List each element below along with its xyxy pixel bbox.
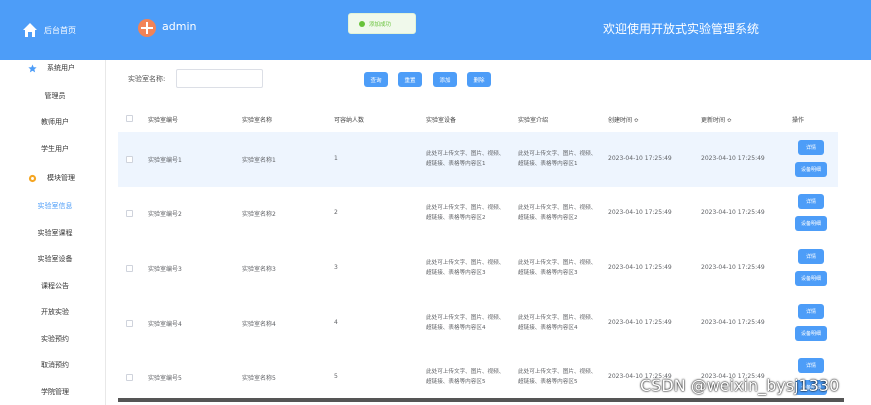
cell-intro: 此处可上传文字、图片、视频、超链接、表格等内容区4 bbox=[518, 315, 597, 331]
cell-updated: 2023-04-10 17:25:49 bbox=[701, 209, 765, 216]
sidebar-item-lab-info[interactable]: 实验室信息 bbox=[0, 201, 110, 211]
sidebar-item-college[interactable]: 学院管理 bbox=[0, 387, 110, 397]
cell-lab-no: 实验室编号4 bbox=[148, 321, 182, 328]
cell-updated: 2023-04-10 17:25:49 bbox=[701, 264, 765, 271]
star-icon bbox=[28, 63, 37, 72]
detail-button[interactable]: 详情 bbox=[798, 140, 824, 155]
detail-button[interactable]: 详情 bbox=[798, 358, 824, 373]
avatar[interactable] bbox=[138, 19, 156, 37]
site-title: 欢迎使用开放式实验管理系统 bbox=[602, 22, 759, 36]
sidebar-item-course-notice[interactable]: 课程公告 bbox=[0, 281, 110, 291]
header-lab-no: 实验室编号 bbox=[148, 117, 179, 124]
cell-intro: 此处可上传文字、图片、视频、超链接、表格等内容区3 bbox=[518, 260, 597, 276]
home-link[interactable]: 后台首页 bbox=[0, 0, 110, 60]
cell-intro: 此处可上传文字、图片、视频、超链接、表格等内容区5 bbox=[518, 369, 597, 385]
toast-text: 添加成功 bbox=[369, 21, 392, 28]
table-row[interactable]: 实验室编号3 实验室名称3 3 此处可上传文字、图片、视频、超链接、表格等内容区3 此处… bbox=[118, 241, 838, 296]
equipment-detail-button[interactable]: 设备明细 bbox=[795, 326, 827, 341]
cell-intro: 此处可上传文字、图片、视频、超链接、表格等内容区2 bbox=[518, 205, 597, 221]
cell-capacity: 2 bbox=[334, 209, 338, 216]
home-icon bbox=[23, 23, 37, 37]
cell-lab-name: 实验室名称5 bbox=[242, 375, 276, 382]
home-label: 后台首页 bbox=[44, 25, 76, 35]
check-circle-icon bbox=[359, 20, 365, 27]
cell-lab-no: 实验室编号5 bbox=[148, 375, 182, 382]
cell-intro: 此处可上传文字、图片、视频、超链接、表格等内容区1 bbox=[518, 151, 597, 167]
sidebar-item-student[interactable]: 学生用户 bbox=[0, 144, 110, 154]
select-all-checkbox[interactable] bbox=[126, 115, 133, 122]
row-checkbox[interactable] bbox=[126, 210, 133, 217]
table-row[interactable]: 实验室编号1 实验室名称1 1 此处可上传文字、图片、视频、超链接、表格等内容区1 此处… bbox=[118, 132, 838, 187]
reset-button[interactable]: 重置 bbox=[398, 72, 422, 87]
menu-group-modules[interactable]: 模块管理 bbox=[0, 173, 110, 183]
cell-lab-no: 实验室编号3 bbox=[148, 266, 182, 273]
cell-lab-name: 实验室名称4 bbox=[242, 321, 276, 328]
top-bar: admin 添加成功 欢迎使用开放式实验管理系统 bbox=[110, 0, 871, 60]
detail-button[interactable]: 详情 bbox=[798, 194, 824, 209]
cell-lab-name: 实验室名称3 bbox=[242, 266, 276, 273]
sidebar-item-teacher[interactable]: 教师用户 bbox=[0, 117, 110, 127]
search-label: 实验室名称: bbox=[128, 75, 166, 83]
cell-capacity: 3 bbox=[334, 264, 338, 271]
header-created[interactable]: 创建时间 ≎ bbox=[608, 115, 639, 124]
cell-capacity: 4 bbox=[334, 319, 338, 326]
cell-created: 2023-04-10 17:25:49 bbox=[608, 264, 672, 271]
cell-equipment: 此处可上传文字、图片、视频、超链接、表格等内容区1 bbox=[426, 151, 505, 167]
table-row[interactable]: 实验室编号2 实验室名称2 2 此处可上传文字、图片、视频、超链接、表格等内容区2 此处… bbox=[118, 186, 838, 241]
row-checkbox[interactable] bbox=[126, 156, 133, 163]
detail-button[interactable]: 详情 bbox=[798, 249, 824, 264]
gear-icon bbox=[28, 174, 37, 182]
header-actions: 操作 bbox=[792, 117, 805, 124]
sidebar-item-open-lab[interactable]: 开放实验 bbox=[0, 307, 110, 317]
cell-lab-no: 实验室编号1 bbox=[148, 157, 182, 164]
equipment-detail-button[interactable]: 设备明细 bbox=[795, 216, 827, 231]
menu-group-label: 模块管理 bbox=[47, 174, 75, 182]
sidebar-item-admin[interactable]: 管理员 bbox=[0, 91, 110, 101]
add-button[interactable]: 添加 bbox=[433, 72, 457, 87]
cell-equipment: 此处可上传文字、图片、视频、超链接、表格等内容区3 bbox=[426, 260, 505, 276]
cell-updated: 2023-04-10 17:25:49 bbox=[701, 155, 765, 162]
cell-capacity: 5 bbox=[334, 373, 338, 380]
cell-lab-no: 实验室编号2 bbox=[148, 211, 182, 218]
row-checkbox[interactable] bbox=[126, 374, 133, 381]
horizontal-scrollbar[interactable] bbox=[118, 398, 844, 402]
sidebar-item-lab-course[interactable]: 实验室课程 bbox=[0, 228, 110, 238]
cell-lab-name: 实验室名称1 bbox=[242, 157, 276, 164]
equipment-detail-button[interactable]: 设备明细 bbox=[795, 162, 827, 177]
username: admin bbox=[162, 20, 197, 33]
sidebar-item-reservation[interactable]: 实验预约 bbox=[0, 334, 110, 344]
header-capacity: 可容纳人数 bbox=[334, 117, 365, 124]
menu-group-label: 系统用户 bbox=[47, 64, 75, 72]
cell-created: 2023-04-10 17:25:49 bbox=[608, 155, 672, 162]
watermark: CSDN @weixin_bysj1330 bbox=[640, 376, 840, 395]
row-checkbox[interactable] bbox=[126, 265, 133, 272]
cell-created: 2023-04-10 17:25:49 bbox=[608, 319, 672, 326]
search-button[interactable]: 查询 bbox=[364, 72, 388, 87]
app-root: admin 添加成功 欢迎使用开放式实验管理系统 后台首页 系统用户 管理员 教… bbox=[0, 0, 871, 405]
header-lab-name: 实验室名称 bbox=[242, 117, 273, 124]
cell-updated: 2023-04-10 17:25:49 bbox=[701, 319, 765, 326]
cell-equipment: 此处可上传文字、图片、视频、超链接、表格等内容区4 bbox=[426, 315, 505, 331]
sidebar-item-lab-equipment[interactable]: 实验室设备 bbox=[0, 254, 110, 264]
header-equipment: 实验室设备 bbox=[426, 117, 457, 124]
delete-button[interactable]: 删除 bbox=[467, 72, 491, 87]
sidebar-item-cancel-reservation[interactable]: 取消预约 bbox=[0, 360, 110, 370]
detail-button[interactable]: 详情 bbox=[798, 304, 824, 319]
table-row[interactable]: 实验室编号4 实验室名称4 4 此处可上传文字、图片、视频、超链接、表格等内容区4 此处… bbox=[118, 296, 838, 351]
cell-capacity: 1 bbox=[334, 155, 338, 162]
header-updated[interactable]: 更新时间 ≎ bbox=[701, 115, 732, 124]
menu-group-system-users[interactable]: 系统用户 bbox=[0, 63, 110, 73]
cell-equipment: 此处可上传文字、图片、视频、超链接、表格等内容区5 bbox=[426, 369, 505, 385]
cell-lab-name: 实验室名称2 bbox=[242, 211, 276, 218]
table-header: 实验室编号 实验室名称 可容纳人数 实验室设备 实验室介绍 创建时间 ≎ 更新时… bbox=[118, 110, 838, 132]
success-toast: 添加成功 bbox=[348, 13, 416, 34]
header-intro: 实验室介绍 bbox=[518, 117, 549, 124]
row-checkbox[interactable] bbox=[126, 320, 133, 327]
cell-created: 2023-04-10 17:25:49 bbox=[608, 209, 672, 216]
lab-name-search-input[interactable] bbox=[176, 69, 263, 88]
equipment-detail-button[interactable]: 设备明细 bbox=[795, 271, 827, 286]
cell-equipment: 此处可上传文字、图片、视频、超链接、表格等内容区2 bbox=[426, 205, 505, 221]
